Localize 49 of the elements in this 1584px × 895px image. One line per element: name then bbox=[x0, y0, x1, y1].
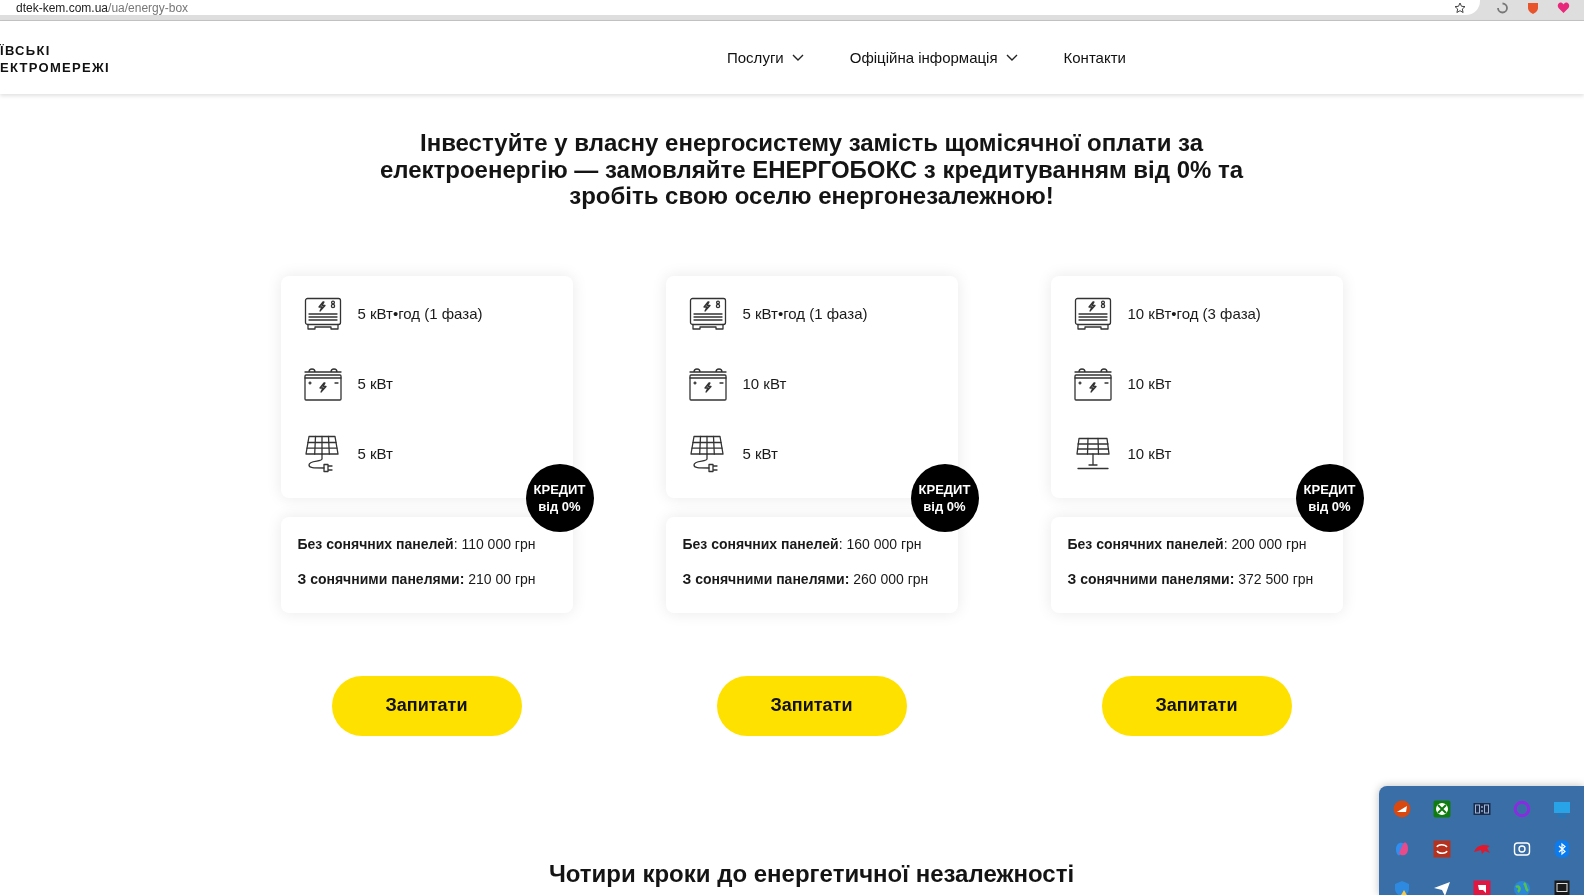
solar-panel-stand-icon bbox=[1073, 436, 1112, 471]
battery-icon bbox=[687, 365, 728, 402]
solar-panel-plug-icon bbox=[303, 434, 342, 473]
shield-icon[interactable] bbox=[1527, 1, 1539, 14]
price-line: Без сонячних панелей: 160 000 грн bbox=[682, 534, 923, 553]
section-title: Чотири кроки до енергетичної незалежності bbox=[548, 859, 1075, 888]
solar-panel-plug-icon bbox=[688, 434, 727, 473]
spec-text: 5 кВт bbox=[357, 445, 393, 462]
nav-link[interactable]: Контакти bbox=[1063, 49, 1126, 66]
nav-dropdown[interactable]: Офіційна інформація bbox=[849, 49, 1018, 66]
spec-text: 10 кВт bbox=[1127, 375, 1172, 392]
request-button[interactable]: Запитати bbox=[331, 675, 522, 736]
bluetooth-icon[interactable] bbox=[1553, 840, 1571, 858]
star-icon[interactable] bbox=[1454, 1, 1466, 14]
battery-icon bbox=[1072, 365, 1113, 402]
logo-wordmark[interactable]: ЇВСЬКІ ЕКТРОМЕРЕЖІ bbox=[0, 39, 727, 76]
chevron-down-icon bbox=[791, 54, 804, 61]
battery-icon bbox=[302, 365, 343, 402]
headline: Інвестуйте у власну енергосистему замість щомісячної оплати за електроенергію — замовляйте ЕНЕРГОБОКС з кредитуванням від 0% та зробіть свою оселю енергонезалежною! bbox=[378, 130, 1245, 210]
shield-warning-icon[interactable] bbox=[1393, 880, 1411, 895]
inverter-icon bbox=[303, 296, 342, 331]
display-tile-icon[interactable] bbox=[1473, 800, 1491, 818]
price-line: Без сонячних панелей: 110 000 грн bbox=[297, 534, 537, 553]
camera-frame-icon[interactable] bbox=[1513, 840, 1531, 858]
inverter-icon bbox=[688, 296, 727, 331]
price-line: З сонячними панелями: 210 00 грн bbox=[297, 569, 537, 588]
address-bar[interactable]: dtek-kem.com.ua/ua/energy-box bbox=[0, 0, 1480, 15]
spec-text: 10 кВт bbox=[742, 375, 787, 392]
disc-logo-icon[interactable] bbox=[1393, 800, 1411, 818]
inverter-icon bbox=[1073, 296, 1112, 331]
spec-text: 10 кВт bbox=[1127, 445, 1172, 462]
spec-text: 5 кВт•год (1 фаза) bbox=[357, 305, 483, 322]
spec-text: 10 кВт•год (3 фаза) bbox=[1127, 305, 1261, 322]
arrows-tile-icon[interactable] bbox=[1433, 840, 1451, 858]
square-logo-icon[interactable] bbox=[1433, 800, 1451, 818]
price-line: Без сонячних панелей: 200 000 грн bbox=[1067, 534, 1308, 553]
spec-text: 5 кВт bbox=[742, 445, 778, 462]
paper-plane-icon[interactable] bbox=[1433, 880, 1451, 895]
arrow-tile-icon[interactable] bbox=[1473, 880, 1491, 895]
request-button[interactable]: Запитати bbox=[1101, 675, 1292, 736]
spec-text: 5 кВт bbox=[357, 375, 393, 392]
chevron-down-icon bbox=[1005, 54, 1018, 61]
spec-text: 5 кВт•год (1 фаза) bbox=[742, 305, 868, 322]
price-line: З сонячними панелями: 260 000 грн bbox=[682, 569, 930, 588]
nav-dropdown[interactable]: Послуги bbox=[727, 49, 804, 66]
framed-tile-icon[interactable] bbox=[1553, 880, 1571, 895]
request-button[interactable]: Запитати bbox=[716, 675, 907, 736]
price-line: З сонячними панелями: 372 500 грн bbox=[1067, 569, 1315, 588]
heart-icon[interactable] bbox=[1557, 1, 1570, 14]
